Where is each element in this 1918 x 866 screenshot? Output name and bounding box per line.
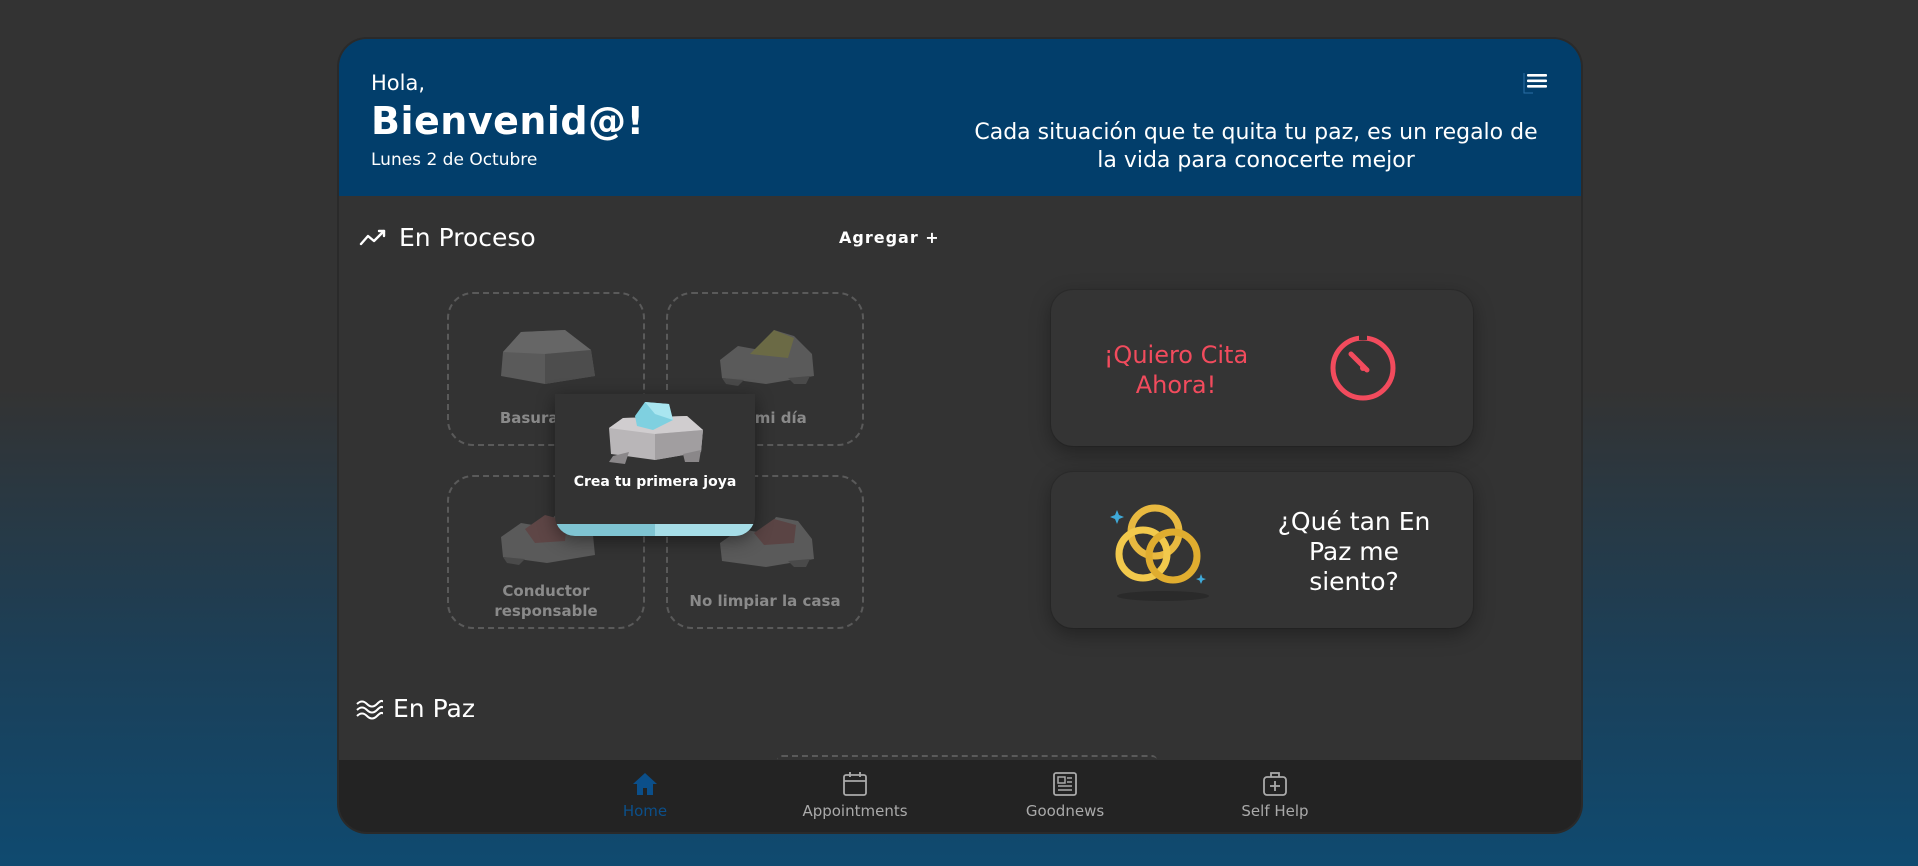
nav-appointments-label: Appointments xyxy=(802,802,908,820)
popup-progress-highlight xyxy=(655,524,755,536)
add-button[interactable]: Agregar + xyxy=(839,228,940,247)
in-process-title: En Proceso xyxy=(399,223,536,252)
calendar-icon xyxy=(843,772,867,796)
nav-home[interactable]: Home xyxy=(575,770,715,820)
process-card-label: Conductor responsable xyxy=(494,582,598,620)
create-jewel-text: Crea tu primera joya xyxy=(573,474,737,490)
current-date: Lunes 2 de Octubre xyxy=(371,150,538,170)
nav-appointments[interactable]: Appointments xyxy=(785,770,925,820)
urgent-appointment-label: ¡Quiero Cita Ahora! xyxy=(1103,341,1249,399)
newspaper-icon xyxy=(1053,772,1077,796)
waves-icon xyxy=(356,699,383,719)
at-peace-heading: En Paz xyxy=(355,694,475,723)
greeting: Hola, xyxy=(371,71,426,95)
nav-goodnews[interactable]: Goodnews xyxy=(995,770,1135,820)
app-window: Hola, Bienvenid@! Lunes 2 de Octubre Cad… xyxy=(339,39,1581,832)
home-icon xyxy=(633,773,657,795)
header: Hola, Bienvenid@! Lunes 2 de Octubre Cad… xyxy=(339,39,1581,196)
bottom-nav: Home Appointments Goodnews Self Help xyxy=(339,760,1581,832)
create-jewel-popup[interactable]: Crea tu primera joya xyxy=(555,394,755,536)
peace-check-label: ¿Qué tan En Paz me siento? xyxy=(1277,507,1431,596)
jewel-rock-icon xyxy=(609,402,703,464)
urgent-appointment-card[interactable]: ¡Quiero Cita Ahora! xyxy=(1051,290,1473,446)
timer-icon xyxy=(1330,334,1396,401)
trend-icon xyxy=(359,229,386,245)
process-card-label: No limpiar la casa xyxy=(689,592,841,610)
menu-icon xyxy=(1523,73,1547,94)
nav-home-label: Home xyxy=(622,802,668,820)
daily-quote: Cada situación que te quita tu paz, es u… xyxy=(974,120,1538,173)
nav-self-help[interactable]: Self Help xyxy=(1205,770,1345,820)
interlocked-rings-icon xyxy=(1110,504,1209,601)
first-aid-kit-icon xyxy=(1263,772,1287,796)
rock-icon xyxy=(720,330,814,386)
peace-check-card[interactable]: ¿Qué tan En Paz me siento? xyxy=(1051,472,1473,628)
nav-goodnews-label: Goodnews xyxy=(1025,802,1105,820)
nav-self-help-label: Self Help xyxy=(1241,802,1309,820)
menu-button[interactable] xyxy=(1521,69,1551,99)
welcome-title: Bienvenid@! xyxy=(371,99,645,143)
rock-icon xyxy=(501,330,595,384)
popup-progress-bar xyxy=(555,524,755,536)
in-process-heading: En Proceso xyxy=(359,223,536,252)
at-peace-title: En Paz xyxy=(393,694,475,723)
